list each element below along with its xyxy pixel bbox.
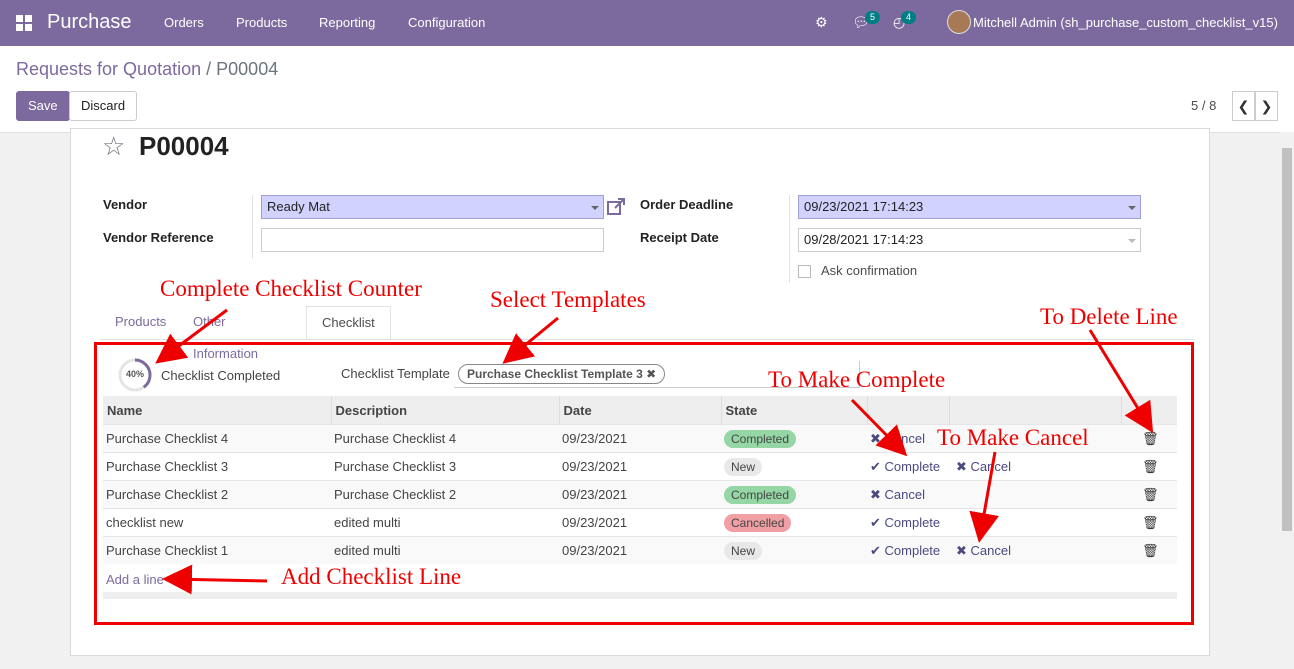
annotation-add: Add Checklist Line xyxy=(281,564,462,589)
menu-products[interactable]: Products xyxy=(236,15,287,30)
discard-button[interactable]: Discard xyxy=(69,91,138,121)
divider xyxy=(252,195,253,259)
menu-orders[interactable]: Orders xyxy=(164,15,204,30)
favorite-star-icon[interactable]: ☆ xyxy=(102,131,125,162)
annotation-box xyxy=(94,342,1194,625)
chevron-down-icon[interactable] xyxy=(591,206,599,210)
vendor-reference-label: Vendor Reference xyxy=(103,230,214,245)
record-title: P00004 xyxy=(139,131,229,161)
tab-checklist[interactable]: Checklist xyxy=(306,306,391,340)
menu-reporting[interactable]: Reporting xyxy=(319,15,375,30)
breadcrumb-parent[interactable]: Requests for Quotation xyxy=(16,59,201,79)
menu-configuration[interactable]: Configuration xyxy=(408,15,485,30)
divider xyxy=(789,195,790,283)
scrollbar-thumb[interactable] xyxy=(1282,148,1292,531)
messages-badge: 5 xyxy=(865,11,881,24)
order-deadline-value: 09/23/2021 17:14:23 xyxy=(804,199,924,214)
tabs-divider xyxy=(100,339,1194,340)
order-deadline-label: Order Deadline xyxy=(640,197,734,212)
annotation-templates: Select Templates xyxy=(490,287,646,312)
breadcrumb: Requests for Quotation / P00004 xyxy=(16,59,278,80)
annotation-delete: To Delete Line xyxy=(1040,304,1178,329)
top-navbar: Purchase Orders Products Reporting Confi… xyxy=(0,0,1294,46)
vendor-field[interactable]: Ready Mat xyxy=(261,195,604,219)
vendor-reference-field[interactable] xyxy=(261,228,604,252)
chevron-down-icon[interactable] xyxy=(1128,206,1136,210)
external-link-icon[interactable] xyxy=(606,197,626,217)
ask-confirmation-checkbox[interactable] xyxy=(798,265,811,278)
breadcrumb-separator: / xyxy=(206,59,212,79)
user-avatar[interactable] xyxy=(947,10,971,34)
vendor-value: Ready Mat xyxy=(267,199,330,214)
activities-badge: 4 xyxy=(901,11,917,24)
pager-value[interactable]: 5 / 8 xyxy=(1191,98,1216,113)
breadcrumb-current: P00004 xyxy=(216,59,279,79)
ask-confirmation-label: Ask confirmation xyxy=(821,263,918,278)
order-deadline-field[interactable]: 09/23/2021 17:14:23 xyxy=(798,195,1141,219)
receipt-date-value: 09/28/2021 17:14:23 xyxy=(804,232,924,247)
annotation-cancel: To Make Cancel xyxy=(937,425,1089,450)
receipt-date-field[interactable]: 09/28/2021 17:14:23 xyxy=(798,228,1141,252)
user-menu[interactable]: Mitchell Admin (sh_purchase_custom_check… xyxy=(973,15,1278,30)
vendor-label: Vendor xyxy=(103,197,148,212)
pager-next-icon[interactable]: ❯ xyxy=(1255,91,1278,121)
annotation-counter: Complete Checklist Counter xyxy=(160,276,422,301)
app-name[interactable]: Purchase xyxy=(47,11,132,34)
control-panel: Requests for Quotation / P00004 Save Dis… xyxy=(0,46,1294,133)
debug-bug-icon[interactable]: ⚙ xyxy=(815,14,828,31)
pager-previous-icon[interactable]: ❮ xyxy=(1232,91,1255,121)
save-button[interactable]: Save xyxy=(16,91,70,121)
annotation-complete: To Make Complete xyxy=(768,367,946,392)
tab-products[interactable]: Products xyxy=(100,306,181,340)
receipt-date-label: Receipt Date xyxy=(640,230,719,245)
tab-other-information[interactable]: Other Information xyxy=(178,306,273,361)
apps-menu-icon[interactable] xyxy=(16,15,32,31)
chevron-down-icon[interactable] xyxy=(1128,239,1136,243)
